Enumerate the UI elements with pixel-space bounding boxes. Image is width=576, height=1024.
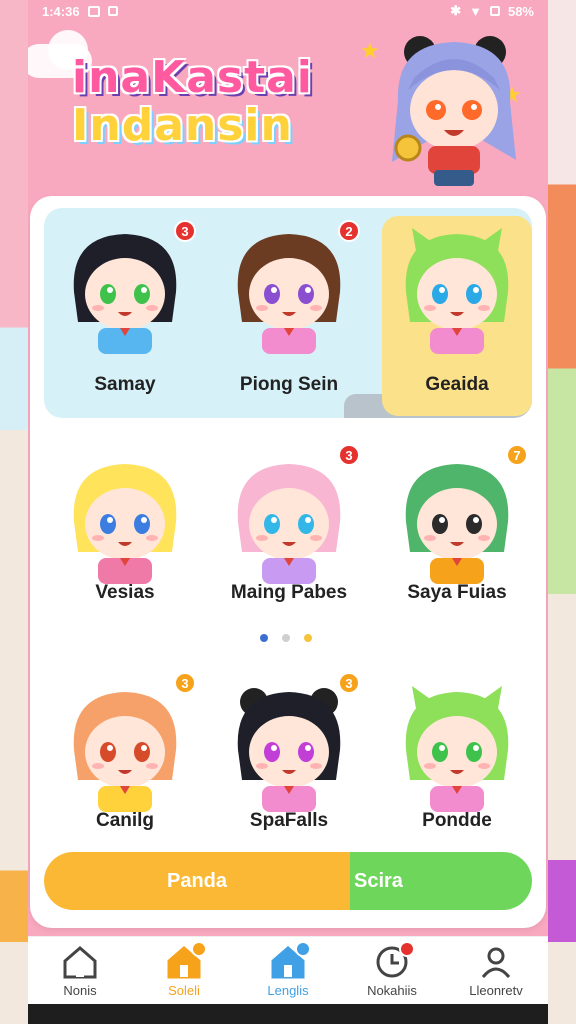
character-avatar (237, 688, 341, 812)
nav-item[interactable]: Nonis (32, 945, 128, 998)
panda-button[interactable]: Panda (44, 852, 350, 910)
character-card[interactable]: Saya Fuias 7 (382, 444, 532, 646)
app-notification-icon (107, 6, 118, 16)
character-name: Geaida (425, 374, 489, 395)
nav-item[interactable]: Soleli (136, 941, 232, 998)
nav-label: Nokahiis (367, 983, 417, 998)
page-dot[interactable] (304, 634, 312, 642)
page-dot[interactable] (282, 634, 290, 642)
nav-label: Lleonretv (469, 983, 523, 998)
user-icon (477, 945, 515, 979)
character-name: Pondde (422, 810, 492, 831)
house-orange-icon (165, 941, 207, 979)
notification-badge: 3 (338, 672, 360, 694)
character-card[interactable]: Piong Sein 2 (214, 216, 364, 416)
clock-icon (373, 941, 415, 979)
nav-badge-dot (399, 941, 415, 957)
notification-badge: 3 (174, 220, 196, 242)
character-name: Canilg (95, 810, 155, 831)
character-card[interactable]: SpaFalls 3 (214, 672, 364, 874)
nav-label: Lenglis (267, 983, 309, 998)
notification-badge: 7 (506, 444, 528, 466)
notification-icon (87, 5, 100, 17)
character-name: Saya Fuias (407, 582, 507, 603)
page-dot[interactable] (260, 634, 268, 642)
battery-text: 58% (507, 3, 534, 19)
logo-line-2: Indansin (72, 100, 293, 151)
notification-badge: 2 (338, 220, 360, 242)
character-avatar (73, 464, 177, 584)
backdrop-right (548, 0, 576, 1024)
nav-badge-dot (295, 941, 311, 957)
split-action-button: Panda Scira (44, 852, 532, 910)
character-name: Piong Sein (239, 374, 339, 395)
app-logo: inaKastai Indansin (72, 56, 372, 148)
character-card[interactable]: Samay 3 (50, 216, 200, 416)
status-bar: 1:4:36 ✱ ▼ 58% (28, 0, 548, 22)
character-avatar (73, 234, 177, 354)
house-blue-icon (269, 941, 311, 979)
character-card[interactable]: Canilg 3 (50, 672, 200, 874)
character-avatar (405, 464, 509, 584)
backdrop-left (0, 0, 28, 1024)
bottom-navigation: Nonis Soleli Lenglis Nokahiis Lleonretv (28, 936, 548, 1004)
character-avatar (405, 686, 509, 812)
nav-label: Nonis (63, 983, 97, 998)
system-nav-bar (28, 1004, 548, 1024)
character-card[interactable]: Geaida (382, 216, 532, 416)
nav-item[interactable]: Lenglis (240, 941, 336, 998)
notification-badge: 3 (174, 672, 196, 694)
bluetooth-icon: ✱ (450, 3, 462, 18)
nav-badge-dot (191, 941, 207, 957)
status-time: 1:4:36 (42, 3, 80, 19)
nav-item[interactable]: Lleonretv (448, 945, 544, 998)
character-card[interactable]: Pondde (382, 674, 532, 874)
mascot-illustration (392, 36, 516, 186)
character-name: SpaFalls (249, 810, 329, 831)
character-name: Maing Pabes (230, 582, 348, 603)
character-avatar (237, 464, 341, 584)
character-avatar (405, 228, 509, 354)
character-avatar (237, 234, 341, 354)
character-card[interactable]: Vesias (50, 446, 200, 646)
scira-button[interactable]: Scira (350, 852, 532, 910)
app-screen: 1:4:36 ✱ ▼ 58% inaKastai Indansin ★ ★ Sa… (28, 0, 548, 1024)
signal-icon: ▼ (469, 3, 482, 19)
star-icon: ★ (360, 38, 380, 63)
battery-icon (489, 6, 500, 16)
notification-badge: 3 (338, 444, 360, 466)
pagination-dots[interactable] (260, 634, 312, 642)
character-card[interactable]: Maing Pabes 3 (214, 444, 364, 646)
nav-label: Soleli (168, 983, 200, 998)
character-panel: Samay 3 Piong Sein 2 Geaida Vesias Maing… (30, 196, 546, 928)
character-name: Vesias (95, 582, 155, 603)
character-name: Samay (94, 374, 156, 395)
nav-item[interactable]: Nokahiis (344, 941, 440, 998)
logo-line-1: inaKastai (72, 52, 313, 103)
character-avatar (73, 692, 177, 812)
house-outline-icon (61, 945, 99, 979)
